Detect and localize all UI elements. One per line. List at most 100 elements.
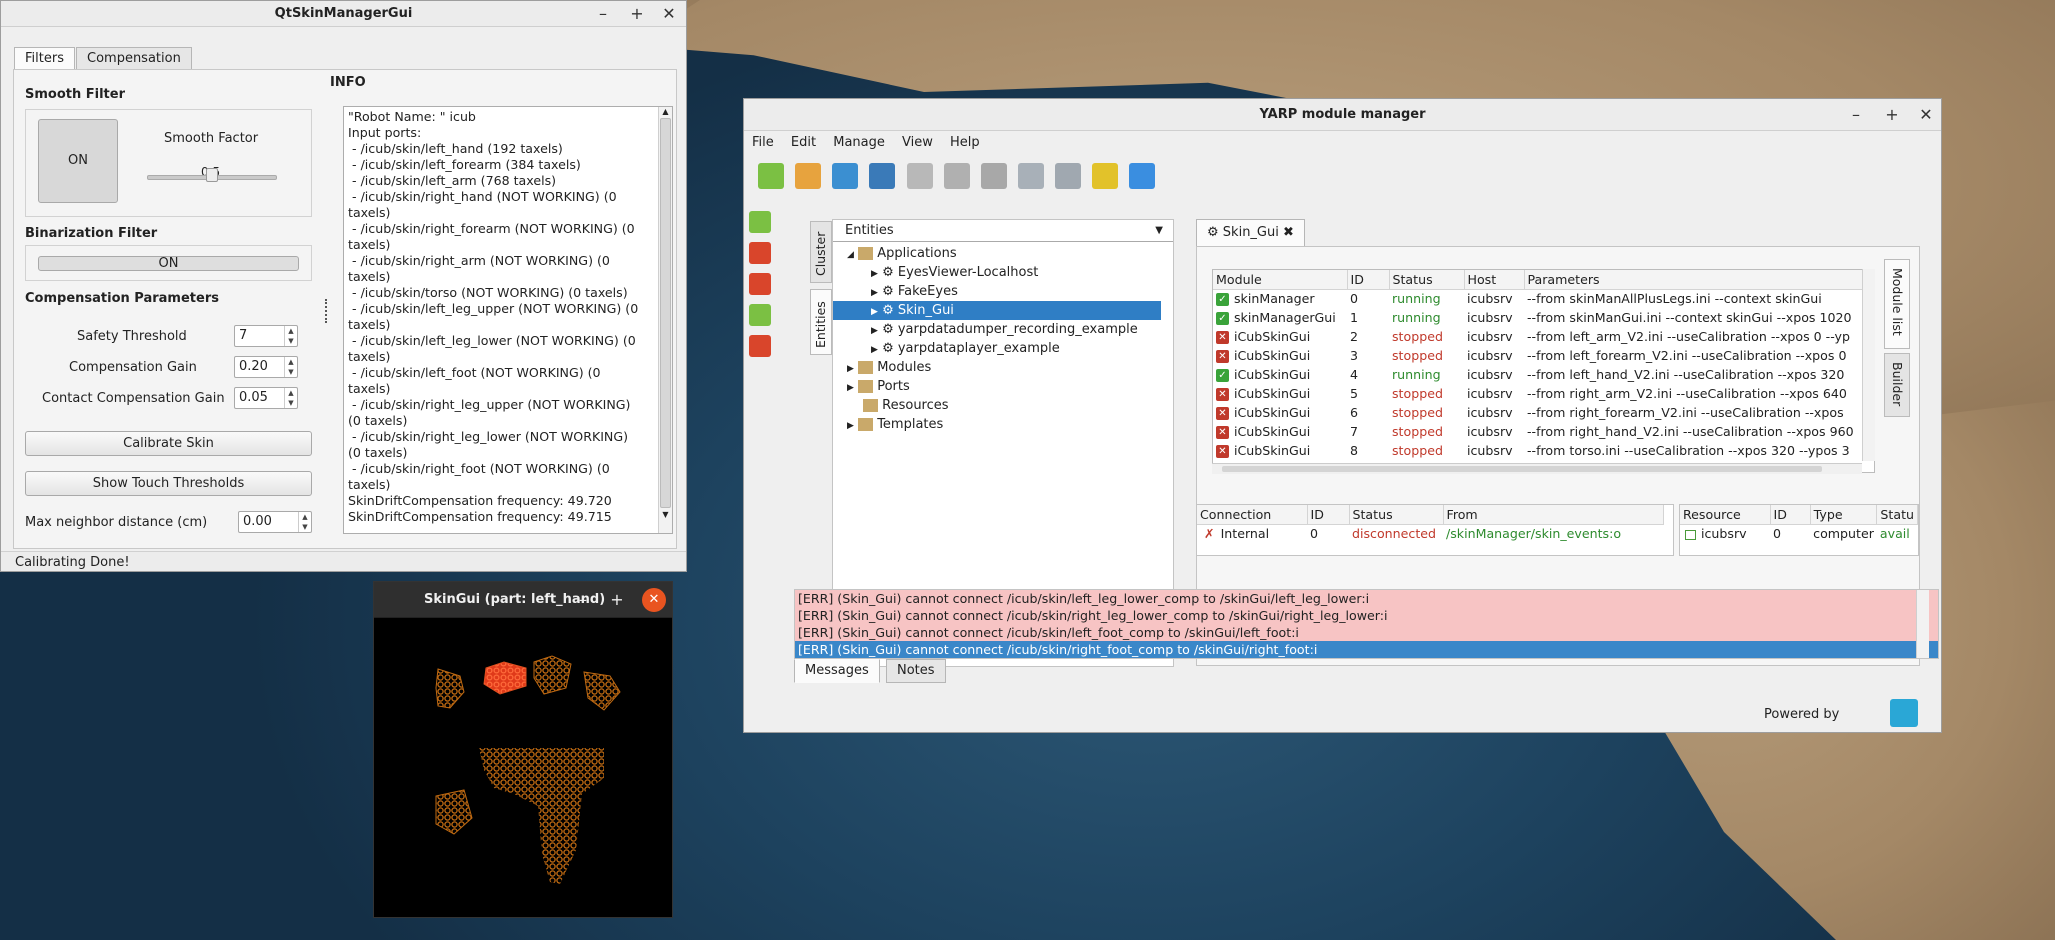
- contact-gain-spinbox[interactable]: 0.05 ▲ ▼: [234, 387, 298, 409]
- info-textbox[interactable]: "Robot Name: " icub Input ports: - /icub…: [343, 106, 673, 534]
- collapsed-arrow-icon[interactable]: ▶: [847, 421, 854, 431]
- log-message[interactable]: [ERR] (Skin_Gui) cannot connect /icub/sk…: [795, 607, 1938, 624]
- module-hscroll[interactable]: [1212, 463, 1862, 474]
- collapsed-arrow-icon[interactable]: ▶: [871, 288, 878, 298]
- minimize-button[interactable]: –: [590, 1, 616, 27]
- col-conn-id[interactable]: ID: [1307, 505, 1350, 525]
- menu-help[interactable]: Help: [950, 135, 980, 150]
- table-row[interactable]: ✓ skinManagerGui 1 running icubsrv --from ski…: [1213, 308, 1863, 327]
- tree-app-item[interactable]: ▶ ⚙ yarpdataplayer_example: [833, 339, 1173, 358]
- tree-app-item[interactable]: ▶ ⚙ yarpdatadumper_recording_example: [833, 320, 1173, 339]
- close-button[interactable]: ✕: [1913, 102, 1939, 128]
- hscroll-thumb[interactable]: [1222, 466, 1822, 472]
- collapsed-arrow-icon[interactable]: ▶: [871, 326, 878, 336]
- menu-edit[interactable]: Edit: [791, 135, 816, 150]
- side-tab-entities[interactable]: Entities: [810, 289, 832, 355]
- collapsed-arrow-icon[interactable]: ▶: [871, 345, 878, 355]
- table-row[interactable]: ✓ iCubSkinGui 4 running icubsrv --from left_h…: [1213, 365, 1863, 384]
- select-all-icon[interactable]: [832, 163, 859, 189]
- tree-app-item-selected[interactable]: ▶ ⚙ Skin_Gui: [833, 301, 1161, 320]
- scroll-down-icon[interactable]: ▼: [659, 510, 672, 519]
- table-row[interactable]: ✕ iCubSkinGui 7 stopped icubsrv --from right_…: [1213, 422, 1863, 441]
- safety-threshold-spinbox[interactable]: 7 ▲ ▼: [234, 325, 298, 347]
- log-message[interactable]: [ERR] (Skin_Gui) cannot connect /icub/sk…: [795, 624, 1938, 641]
- tree-app-item[interactable]: ▶ ⚙ FakeEyes: [833, 282, 1173, 301]
- entities-combo[interactable]: Entities ▼: [833, 220, 1173, 242]
- calibrate-skin-button[interactable]: Calibrate Skin: [25, 431, 312, 456]
- tab-notes[interactable]: Notes: [886, 659, 946, 683]
- binarization-toggle[interactable]: ON: [38, 256, 299, 271]
- refresh-icon[interactable]: [869, 163, 896, 189]
- close-button[interactable]: ✕: [656, 1, 682, 27]
- table-remove-icon[interactable]: [749, 335, 771, 357]
- table-row[interactable]: ✕ iCubSkinGui 6 stopped icubsrv --from right_…: [1213, 403, 1863, 422]
- col-parameters[interactable]: Parameters: [1524, 270, 1863, 290]
- module-vscroll[interactable]: [1862, 269, 1875, 461]
- slider-handle[interactable]: [206, 168, 218, 182]
- col-res-id[interactable]: ID: [1770, 505, 1811, 525]
- col-connection[interactable]: Connection: [1197, 505, 1308, 525]
- menu-view[interactable]: View: [902, 135, 933, 150]
- cluster-icon[interactable]: [749, 211, 771, 233]
- builder-tab[interactable]: Builder: [1884, 353, 1910, 417]
- module-icon[interactable]: [749, 242, 771, 264]
- table-row[interactable]: ✕ iCubSkinGui 5 stopped icubsrv --from right_…: [1213, 384, 1863, 403]
- maximize-button[interactable]: +: [624, 1, 650, 27]
- table-row[interactable]: ✓ skinManager 0 running icubsrv --from skinMa…: [1213, 289, 1863, 308]
- col-status[interactable]: Status: [1389, 270, 1465, 290]
- tab-filters[interactable]: Filters: [14, 47, 75, 70]
- robot-arm-icon[interactable]: [1092, 163, 1119, 189]
- minimize-button[interactable]: –: [1843, 102, 1869, 128]
- max-neighbor-spinbox[interactable]: 0.00 ▲ ▼: [238, 511, 312, 533]
- tab-skin-gui[interactable]: ⚙ Skin_Gui ✖: [1196, 219, 1305, 247]
- col-type[interactable]: Type: [1810, 505, 1878, 525]
- spin-arrows-icon[interactable]: ▲ ▼: [284, 388, 297, 408]
- col-id[interactable]: ID: [1347, 270, 1390, 290]
- table-row[interactable]: icubsrv 0 computer avail: [1680, 524, 1918, 543]
- table-row[interactable]: ✕ iCubSkinGui 8 stopped icubsrv --from torso.…: [1213, 441, 1863, 460]
- expanded-arrow-icon[interactable]: ◢: [847, 250, 854, 260]
- spin-arrows-icon[interactable]: ▲ ▼: [284, 357, 297, 377]
- add-module-icon[interactable]: [795, 163, 822, 189]
- resource-icon[interactable]: [749, 273, 771, 295]
- tree-app-item[interactable]: ▶ ⚙ EyesViewer-Localhost: [833, 263, 1173, 282]
- collapsed-arrow-icon[interactable]: ▶: [871, 269, 878, 279]
- spin-arrows-icon[interactable]: ▲ ▼: [298, 512, 311, 532]
- table-row[interactable]: ✕ iCubSkinGui 3 stopped icubsrv --from left_f…: [1213, 346, 1863, 365]
- tab-messages[interactable]: Messages: [794, 659, 880, 683]
- maximize-button[interactable]: +: [1879, 102, 1905, 128]
- collapsed-arrow-icon[interactable]: ▶: [847, 364, 854, 374]
- show-touch-thresholds-button[interactable]: Show Touch Thresholds: [25, 471, 312, 496]
- col-module[interactable]: Module: [1213, 270, 1348, 290]
- menu-manage[interactable]: Manage: [833, 135, 885, 150]
- scroll-up-icon[interactable]: ▲: [659, 107, 672, 116]
- messages-scrollbar[interactable]: [1916, 590, 1929, 658]
- menu-file[interactable]: File: [752, 135, 774, 150]
- scroll-thumb[interactable]: [660, 118, 671, 508]
- col-conn-status[interactable]: Status: [1349, 505, 1444, 525]
- maximize-button[interactable]: +: [604, 587, 630, 613]
- module-list-tab[interactable]: Module list: [1884, 259, 1910, 349]
- run-icon[interactable]: [906, 163, 933, 189]
- collapsed-arrow-icon[interactable]: ▶: [871, 307, 878, 317]
- kill-icon[interactable]: [980, 163, 1007, 189]
- tree-resources[interactable]: Resources: [833, 396, 1173, 415]
- close-tab-icon[interactable]: ✖: [1283, 225, 1294, 240]
- connect-icon[interactable]: [1017, 163, 1044, 189]
- info-scrollbar[interactable]: ▲ ▼: [658, 107, 672, 533]
- col-resource[interactable]: Resource: [1680, 505, 1771, 525]
- tree-applications[interactable]: ◢ Applications: [833, 244, 1173, 263]
- col-from[interactable]: From: [1443, 505, 1664, 525]
- tree-templates[interactable]: ▶ Templates: [833, 415, 1173, 434]
- minimize-button[interactable]: –: [570, 587, 596, 613]
- list-view-icon[interactable]: [1129, 163, 1156, 189]
- spin-arrows-icon[interactable]: ▲ ▼: [284, 326, 297, 346]
- smooth-filter-toggle[interactable]: ON: [38, 119, 118, 203]
- tree-modules[interactable]: ▶ Modules: [833, 358, 1173, 377]
- table-row[interactable]: ✕ iCubSkinGui 2 stopped icubsrv --from left_a…: [1213, 327, 1863, 346]
- collapsed-arrow-icon[interactable]: ▶: [847, 383, 854, 393]
- tab-compensation[interactable]: Compensation: [76, 47, 192, 70]
- log-message-selected[interactable]: [ERR] (Skin_Gui) cannot connect /icub/sk…: [795, 641, 1938, 658]
- side-tab-cluster[interactable]: Cluster: [810, 221, 832, 283]
- compensation-gain-spinbox[interactable]: 0.20 ▲ ▼: [234, 356, 298, 378]
